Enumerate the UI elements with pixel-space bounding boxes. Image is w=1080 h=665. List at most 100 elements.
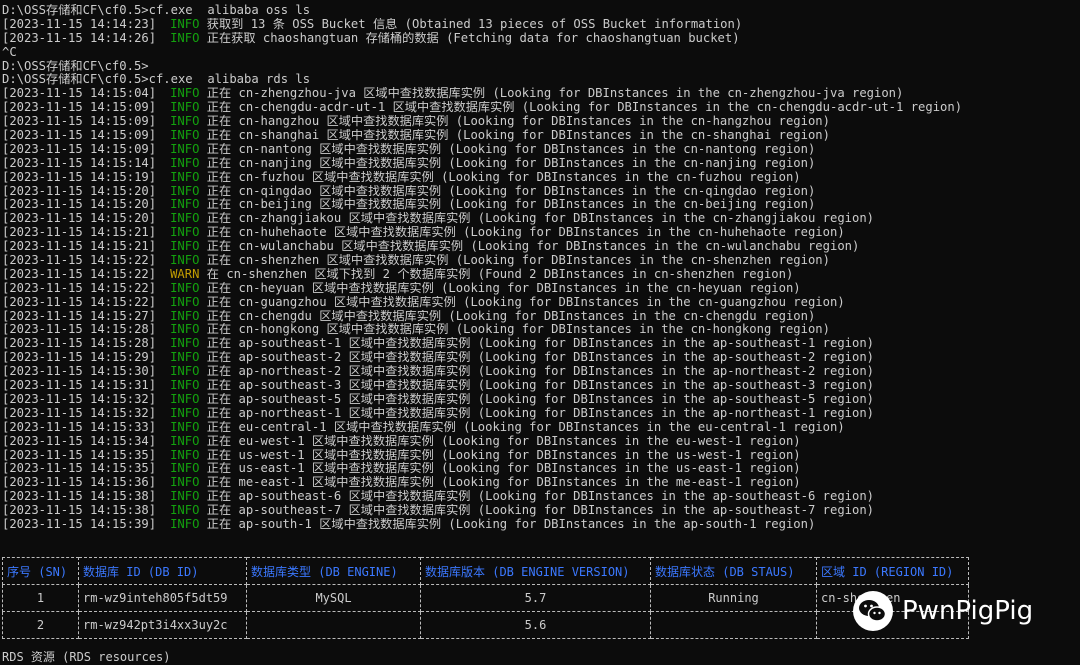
log-line: [2023-11-15 14:15:28] INFO 正在 ap-southeas… (2, 337, 1080, 351)
watermark: PwnPigPig (852, 590, 1033, 632)
command-line: D:\OSS存储和CF\cf0.5>cf.exe alibaba oss ls (2, 4, 311, 17)
log-level: INFO (170, 462, 200, 476)
log-level: INFO (170, 115, 200, 129)
log-timestamp: [2023-11-15 14:15:19] (2, 170, 157, 184)
log-message: 正在 me-east-1 区域中查找数据库实例 (Looking for DBI… (206, 476, 801, 490)
log-timestamp: [2023-11-15 14:15:14] (2, 156, 157, 170)
log-message: 获取到 13 条 OSS Bucket 信息 (Obtained 13 piec… (206, 17, 743, 31)
log-line: [2023-11-15 14:15:14] INFO 正在 cn-nanjing … (2, 157, 1080, 171)
log-message: 正在 ap-northeast-1 区域中查找数据库实例 (Looking fo… (206, 406, 875, 420)
log-timestamp: [2023-11-15 14:15:32] (2, 406, 157, 420)
log-message: 正在 cn-shenzhen 区域中查找数据库实例 (Looking for D… (206, 254, 830, 268)
log-line: [2023-11-15 14:15:09] INFO 正在 cn-hangzhou… (2, 115, 1080, 129)
log-timestamp: [2023-11-15 14:15:33] (2, 420, 157, 434)
log-message: 正在 ap-southeast-5 区域中查找数据库实例 (Looking fo… (206, 392, 875, 406)
log-line: [2023-11-15 14:15:21] INFO 正在 cn-wulancha… (2, 240, 1080, 254)
log-line: [2023-11-15 14:15:38] INFO 正在 ap-southeas… (2, 504, 1080, 518)
header-db-version: 数据库版本 (DB ENGINE VERSION) (420, 557, 651, 585)
log-message: 正在 ap-southeast-7 区域中查找数据库实例 (Looking fo… (206, 504, 875, 518)
rds-table: 序号 (SN) 数据库 ID (DB ID) 数据库类型 (DB ENGINE)… (2, 557, 969, 639)
command-line: D:\OSS存储和CF\cf0.5>cf.exe alibaba rds ls (2, 73, 311, 87)
command-line: ^C (2, 45, 17, 59)
log-message: 正在 cn-chengdu 区域中查找数据库实例 (Looking for DB… (206, 309, 816, 323)
log-line: [2023-11-15 14:15:32] INFO 正在 ap-southeas… (2, 393, 1080, 407)
log-level: WARN (170, 267, 200, 281)
cell-db-engine (246, 611, 421, 639)
log-message: 正在 cn-qingdao 区域中查找数据库实例 (Looking for DB… (206, 184, 816, 198)
log-level: INFO (170, 295, 200, 309)
log-message: 正在 ap-southeast-3 区域中查找数据库实例 (Looking fo… (206, 379, 875, 393)
cell-db-id: rm-wz9inteh805f5dt59 (78, 584, 247, 612)
log-timestamp: [2023-11-15 14:15:39] (2, 517, 157, 531)
log-message: 正在 ap-south-1 区域中查找数据库实例 (Looking for DB… (206, 517, 816, 531)
log-message: 正在 cn-zhengzhou-jva 区域中查找数据库实例 (Looking … (206, 87, 904, 101)
watermark-text: PwnPigPig (902, 596, 1034, 626)
log-message: 正在 ap-southeast-2 区域中查找数据库实例 (Looking fo… (206, 351, 875, 365)
log-line: [2023-11-15 14:15:28] INFO 正在 cn-hongkong… (2, 323, 1080, 337)
log-line: [2023-11-15 14:15:35] INFO 正在 us-east-1 区… (2, 462, 1080, 476)
log-line: [2023-11-15 14:15:30] INFO 正在 ap-northeas… (2, 365, 1080, 379)
log-line: [2023-11-15 14:15:09] INFO 正在 cn-nantong … (2, 143, 1080, 157)
log-timestamp: [2023-11-15 14:15:34] (2, 434, 157, 448)
log-timestamp: [2023-11-15 14:15:35] (2, 448, 157, 462)
log-line: [2023-11-15 14:14:26] INFO 正在获取 chaoshang… (2, 32, 1080, 46)
log-timestamp: [2023-11-15 14:15:31] (2, 379, 157, 393)
log-level: INFO (170, 281, 200, 295)
log-line: [2023-11-15 14:15:21] INFO 正在 cn-huhehaot… (2, 226, 1080, 240)
cell-sn: 1 (2, 584, 79, 612)
table-header-row: 序号 (SN) 数据库 ID (DB ID) 数据库类型 (DB ENGINE)… (2, 557, 969, 585)
table-row: 1 rm-wz9inteh805f5dt59 MySQL 5.7 Running… (2, 584, 969, 612)
log-line: [2023-11-15 14:15:27] INFO 正在 cn-chengdu … (2, 310, 1080, 324)
log-level: INFO (170, 406, 200, 420)
terminal-output: D:\OSS存储和CF\cf0.5>cf.exe alibaba oss ls[… (2, 4, 1080, 532)
header-region-id: 区域 ID (REGION ID) (816, 557, 969, 585)
log-timestamp: [2023-11-15 14:15:22] (2, 254, 157, 268)
cell-db-id: rm-wz942pt3i4xx3uy2c (78, 611, 247, 639)
log-level: INFO (170, 129, 200, 143)
log-level: INFO (170, 365, 200, 379)
header-db-status: 数据库状态 (DB STAUS) (650, 557, 817, 585)
log-level: INFO (170, 379, 200, 393)
log-timestamp: [2023-11-15 14:14:26] (2, 31, 157, 45)
log-message: 正在 cn-huhehaote 区域中查找数据库实例 (Looking for … (206, 226, 845, 240)
log-message: 正在 cn-beijing 区域中查找数据库实例 (Looking for DB… (206, 198, 816, 212)
log-message: 正在 cn-fuzhou 区域中查找数据库实例 (Looking for DBI… (206, 170, 801, 184)
log-level: INFO (170, 240, 200, 254)
log-level: INFO (170, 337, 200, 351)
log-line: [2023-11-15 14:15:09] INFO 正在 cn-chengdu-… (2, 101, 1080, 115)
log-line: [2023-11-15 14:15:20] INFO 正在 cn-beijing … (2, 198, 1080, 212)
log-timestamp: [2023-11-15 14:15:38] (2, 504, 157, 518)
log-message: 正在 cn-wulanchabu 区域中查找数据库实例 (Looking for… (206, 240, 860, 254)
log-line: [2023-11-15 14:15:22] INFO 正在 cn-heyuan 区… (2, 282, 1080, 296)
log-timestamp: [2023-11-15 14:15:28] (2, 337, 157, 351)
log-line: [2023-11-15 14:14:23] INFO 获取到 13 条 OSS B… (2, 18, 1080, 32)
log-message: 正在 eu-central-1 区域中查找数据库实例 (Looking for … (206, 420, 845, 434)
log-timestamp: [2023-11-15 14:15:35] (2, 462, 157, 476)
log-line: [2023-11-15 14:15:31] INFO 正在 ap-southeas… (2, 379, 1080, 393)
log-level: INFO (170, 351, 200, 365)
log-timestamp: [2023-11-15 14:15:09] (2, 115, 157, 129)
log-line: [2023-11-15 14:15:22] WARN 在 cn-shenzhen … (2, 268, 1080, 282)
log-level: INFO (170, 254, 200, 268)
log-message: 正在 ap-northeast-2 区域中查找数据库实例 (Looking fo… (206, 365, 875, 379)
log-line: [2023-11-15 14:15:19] INFO 正在 cn-fuzhou 区… (2, 171, 1080, 185)
log-line: [2023-11-15 14:15:32] INFO 正在 ap-northeas… (2, 407, 1080, 421)
log-level: INFO (170, 392, 200, 406)
log-message: 正在 cn-guangzhou 区域中查找数据库实例 (Looking for … (206, 295, 845, 309)
log-timestamp: [2023-11-15 14:15:09] (2, 129, 157, 143)
log-line: [2023-11-15 14:15:34] INFO 正在 eu-west-1 区… (2, 435, 1080, 449)
log-line: [2023-11-15 14:15:29] INFO 正在 ap-southeas… (2, 351, 1080, 365)
header-sn: 序号 (SN) (2, 557, 79, 585)
log-message: 正在获取 chaoshangtuan 存储桶的数据 (Fetching data… (206, 31, 740, 45)
log-level: INFO (170, 17, 200, 31)
log-timestamp: [2023-11-15 14:15:27] (2, 309, 157, 323)
log-line: [2023-11-15 14:15:36] INFO 正在 me-east-1 区… (2, 476, 1080, 490)
log-line: [2023-11-15 14:15:04] INFO 正在 cn-zhengzho… (2, 87, 1080, 101)
log-timestamp: [2023-11-15 14:15:29] (2, 351, 157, 365)
cell-db-engine: MySQL (246, 584, 421, 612)
log-timestamp: [2023-11-15 14:15:20] (2, 198, 157, 212)
log-timestamp: [2023-11-15 14:15:04] (2, 87, 157, 101)
log-level: INFO (170, 226, 200, 240)
wechat-icon (853, 591, 893, 631)
log-line: [2023-11-15 14:15:22] INFO 正在 cn-guangzho… (2, 296, 1080, 310)
